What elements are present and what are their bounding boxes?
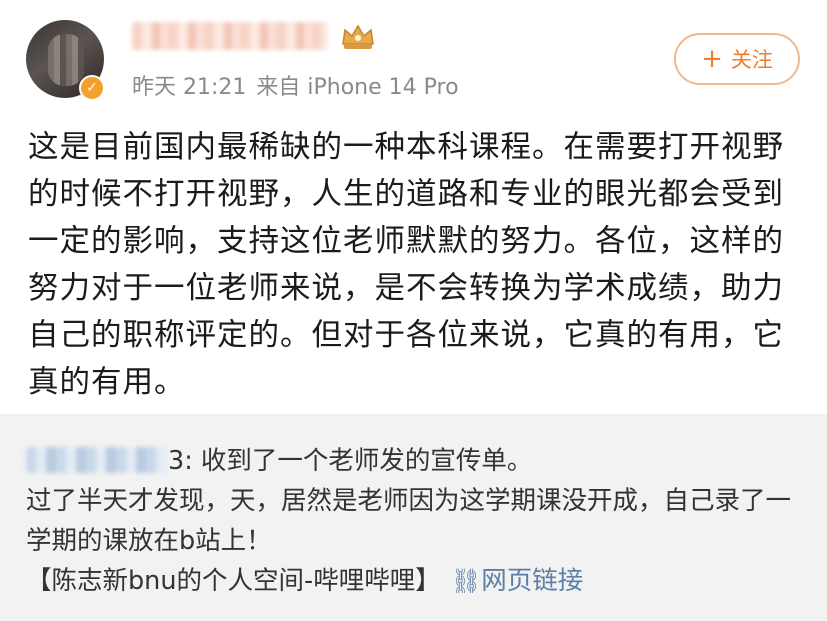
follow-button[interactable]: + 关注 <box>674 33 800 85</box>
post-header: ✓ 昨天 21:21 来自 iPhone 14 Pro + 关注 <box>0 0 827 118</box>
post-source: 来自 iPhone 14 Pro <box>256 75 459 100</box>
repost-line-1: 收到了一个老师发的宣传单。 <box>192 446 533 476</box>
plus-icon: + <box>701 44 723 74</box>
repost-text: 3: 收到了一个老师发的宣传单。过了半天才发现，天，居然是老师因为这学期课没开成… <box>26 441 806 601</box>
avatar-image-blurred <box>48 34 84 86</box>
mention-blurred[interactable] <box>26 447 166 473</box>
verified-badge-icon: ✓ <box>79 75 105 101</box>
crown-icon <box>342 24 374 49</box>
web-link[interactable]: 网页链接 <box>481 566 583 596</box>
post-body-text: 这是目前国内最稀缺的一种本科课程。在需要打开视野的时候不打开视野，人生的道路和专… <box>28 130 784 400</box>
username-blurred[interactable] <box>132 22 328 50</box>
repost-line-2: 过了半天才发现，天，居然是老师因为这学期课没开成，自己录了一学期的课放在b站上！ <box>26 486 792 556</box>
post-time: 昨天 21:21 <box>132 75 247 100</box>
follow-button-label: 关注 <box>730 48 773 72</box>
repost-bracket-text: 【陈志新bnu的个人空间-哔哩哔哩】 <box>26 566 441 596</box>
post-meta: 昨天 21:21 来自 iPhone 14 Pro <box>132 69 469 101</box>
mention-suffix: 3: <box>168 446 193 476</box>
link-icon: ⛓ <box>450 567 482 595</box>
